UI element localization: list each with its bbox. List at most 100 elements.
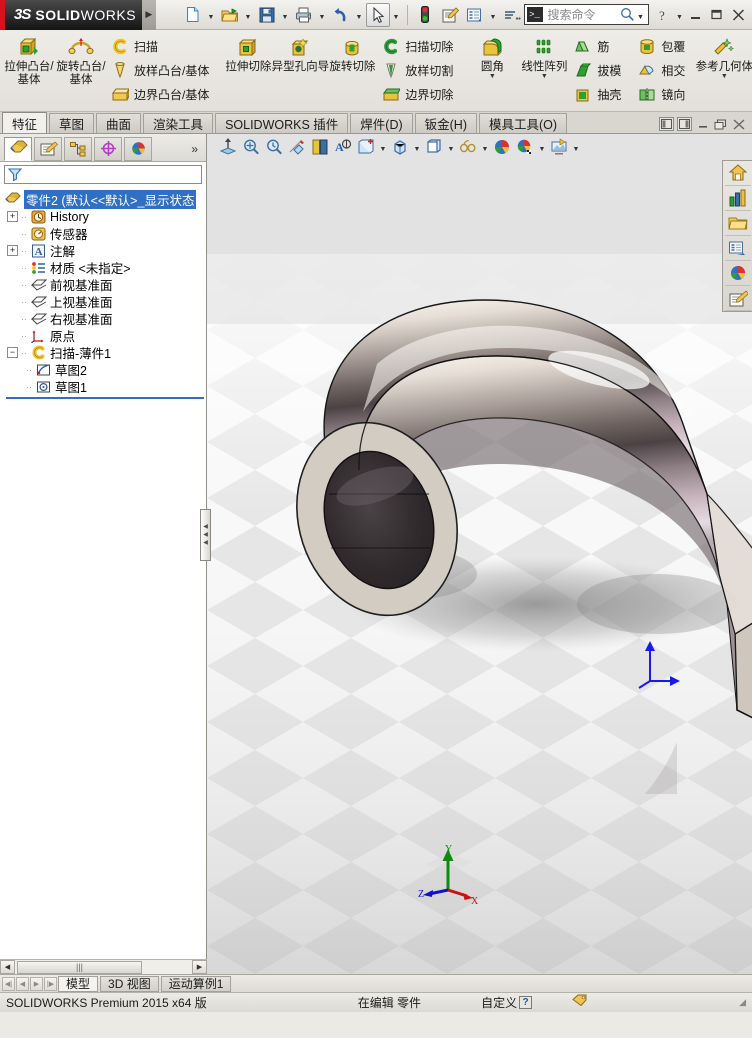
minimize-button[interactable] xyxy=(686,4,706,26)
bottom-tab-motion-study-1[interactable]: 运动算例1 xyxy=(160,975,232,992)
lofted-boss-base-button[interactable]: 放样凸台/基体 xyxy=(107,59,212,82)
rib-button[interactable]: 筋 xyxy=(570,35,624,58)
doc-close-icon[interactable] xyxy=(731,117,746,131)
custom-properties-icon[interactable] xyxy=(724,286,751,311)
tab-mold-tools[interactable]: 模具工具(O) xyxy=(479,113,568,133)
reference-geometry-button[interactable]: 参考几何体 ▼ xyxy=(696,32,752,80)
tree-history-expander[interactable]: + xyxy=(7,211,18,222)
tab-solidworks-addins[interactable]: SOLIDWORKS 插件 xyxy=(215,113,349,133)
previous-view-icon[interactable] xyxy=(263,136,285,158)
display-style-icon[interactable] xyxy=(423,136,445,158)
options-dropdown-icon[interactable]: ▼ xyxy=(488,4,499,26)
swept-cut-button[interactable]: 扫描切除 xyxy=(378,35,456,58)
tab-sheet-metal[interactable]: 钣金(H) xyxy=(414,113,477,133)
view-orientation-icon[interactable] xyxy=(355,136,377,158)
fillet-button[interactable]: 圆角 ▼ xyxy=(466,32,518,80)
display-style-cube-icon[interactable] xyxy=(389,136,411,158)
tree-annotations[interactable]: + ·· A 注解 xyxy=(4,242,206,259)
property-manager-tab[interactable] xyxy=(34,136,62,161)
tree-origin[interactable]: ·· 原点 xyxy=(4,327,206,344)
tab-surfaces[interactable]: 曲面 xyxy=(96,113,142,133)
tag-icon[interactable] xyxy=(572,994,588,1011)
close-button[interactable] xyxy=(728,4,748,26)
graphics-area[interactable]: A ▼ ▼ ▼ ▼ ▼ ▼ Y X Z xyxy=(207,134,752,974)
wrap-button[interactable]: 包覆 xyxy=(634,35,688,58)
bottom-tab-model[interactable]: 模型 xyxy=(58,975,99,992)
boundary-cut-button[interactable]: 边界切除 xyxy=(378,83,456,106)
tree-sweep-thin1[interactable]: − ·· 扫描-薄件1 xyxy=(4,344,206,361)
search-dropdown-icon[interactable]: ▼ xyxy=(635,4,646,26)
linear-pattern-button[interactable]: 线性阵列 ▼ xyxy=(518,32,570,80)
edit-appearance-glasses-icon[interactable] xyxy=(457,136,479,158)
tree-rollback-bar[interactable] xyxy=(6,397,204,399)
feature-tree-filter[interactable] xyxy=(4,165,202,184)
hide-show-items-icon[interactable]: A xyxy=(332,136,354,158)
feature-tree-horizontal-scrollbar[interactable]: ◀ ||| ▶ xyxy=(0,959,207,974)
new-document-dropdown-icon[interactable]: ▼ xyxy=(206,4,217,26)
menu-expand-arrow-icon[interactable]: ▶ xyxy=(142,0,156,30)
collapse-left-panel-icon[interactable] xyxy=(659,117,674,131)
view-orientation-book-icon[interactable] xyxy=(309,136,331,158)
tree-sensors[interactable]: ·· 传感器 xyxy=(4,225,206,242)
tree-part-root[interactable]: 零件2 (默认<<默认>_显示状态 xyxy=(4,190,206,209)
open-document-dropdown-icon[interactable]: ▼ xyxy=(243,4,254,26)
tree-sketch1[interactable]: ·· 草图1 xyxy=(4,378,206,395)
select-tool-icon[interactable] xyxy=(365,2,390,27)
save-document-icon[interactable] xyxy=(255,3,279,27)
draft-button[interactable]: 拔模 xyxy=(570,59,624,82)
open-document-icon[interactable] xyxy=(218,3,242,27)
tree-sweep-expander[interactable]: − xyxy=(7,347,18,358)
display-manager-tab[interactable] xyxy=(124,136,152,161)
bottom-tab-3d-views[interactable]: 3D 视图 xyxy=(100,975,159,992)
undo-dropdown-icon[interactable]: ▼ xyxy=(354,4,365,26)
render-tools-dropdown-icon[interactable]: ▼ xyxy=(571,136,581,158)
scroll-right-icon[interactable]: ▶ xyxy=(192,960,207,974)
tree-right-plane[interactable]: ·· 右视基准面 xyxy=(4,310,206,327)
doc-restore-icon[interactable] xyxy=(713,117,728,131)
zoom-to-fit-icon[interactable] xyxy=(217,136,239,158)
hole-wizard-button[interactable]: 异型孔向导 xyxy=(272,32,329,74)
tree-history[interactable]: + ·· History xyxy=(4,208,206,225)
view-orientation-dropdown-icon[interactable]: ▼ xyxy=(378,136,388,158)
resize-grip-icon[interactable]: ◢ xyxy=(739,997,746,1008)
apply-scene-icon[interactable] xyxy=(491,136,513,158)
configuration-manager-tab[interactable] xyxy=(64,136,92,161)
toolbar-overflow-icon[interactable] xyxy=(500,3,524,27)
feature-manager-tab[interactable] xyxy=(4,136,32,161)
tree-annotations-expander[interactable]: + xyxy=(7,245,18,256)
undo-icon[interactable] xyxy=(329,3,353,27)
help-icon[interactable]: ? xyxy=(653,4,673,26)
file-explorer-icon[interactable] xyxy=(724,211,751,236)
tree-front-plane[interactable]: ·· 前视基准面 xyxy=(4,276,206,293)
swept-boss-base-button[interactable]: 扫描 xyxy=(107,35,212,58)
tab-weldments[interactable]: 焊件(D) xyxy=(350,113,413,133)
new-document-icon[interactable] xyxy=(181,3,205,27)
help-question-icon[interactable]: ? xyxy=(519,996,533,1009)
save-document-dropdown-icon[interactable]: ▼ xyxy=(280,4,291,26)
tree-top-plane[interactable]: ·· 上视基准面 xyxy=(4,293,206,310)
help-dropdown-icon[interactable]: ▼ xyxy=(674,4,685,26)
view-palette-icon[interactable] xyxy=(724,236,751,261)
collapse-right-panel-icon[interactable] xyxy=(677,117,692,131)
panel-splitter-handle[interactable]: ◀ ◀ ◀ xyxy=(200,509,211,561)
boundary-boss-base-button[interactable]: 边界凸台/基体 xyxy=(107,83,212,106)
extruded-boss-base-button[interactable]: 拉伸凸台/基体 xyxy=(3,32,55,87)
options-icon[interactable] xyxy=(463,3,487,27)
render-tools-icon[interactable] xyxy=(548,136,570,158)
nav-first-icon[interactable]: ◀| xyxy=(2,976,15,991)
rebuild-icon[interactable] xyxy=(413,3,437,27)
feature-manager-overflow-icon[interactable]: » xyxy=(191,142,204,156)
shell-button[interactable]: 抽壳 xyxy=(570,83,624,106)
doc-minimize-icon[interactable] xyxy=(695,117,710,131)
section-view-icon[interactable] xyxy=(286,136,308,158)
view-settings-icon[interactable] xyxy=(514,136,536,158)
linear-pattern-dropdown-icon[interactable]: ▼ xyxy=(541,73,548,80)
scroll-left-icon[interactable]: ◀ xyxy=(0,960,15,974)
search-input[interactable]: 搜索命令 xyxy=(548,6,620,23)
tab-features[interactable]: 特征 xyxy=(2,112,48,133)
print-document-dropdown-icon[interactable]: ▼ xyxy=(317,4,328,26)
nav-next-icon[interactable]: ▶ xyxy=(30,976,43,991)
solidworks-resources-home-icon[interactable] xyxy=(724,161,751,186)
revolved-boss-base-button[interactable]: 旋转凸台/基体 xyxy=(55,32,107,87)
revolved-cut-button[interactable]: 旋转切除 xyxy=(326,32,378,74)
